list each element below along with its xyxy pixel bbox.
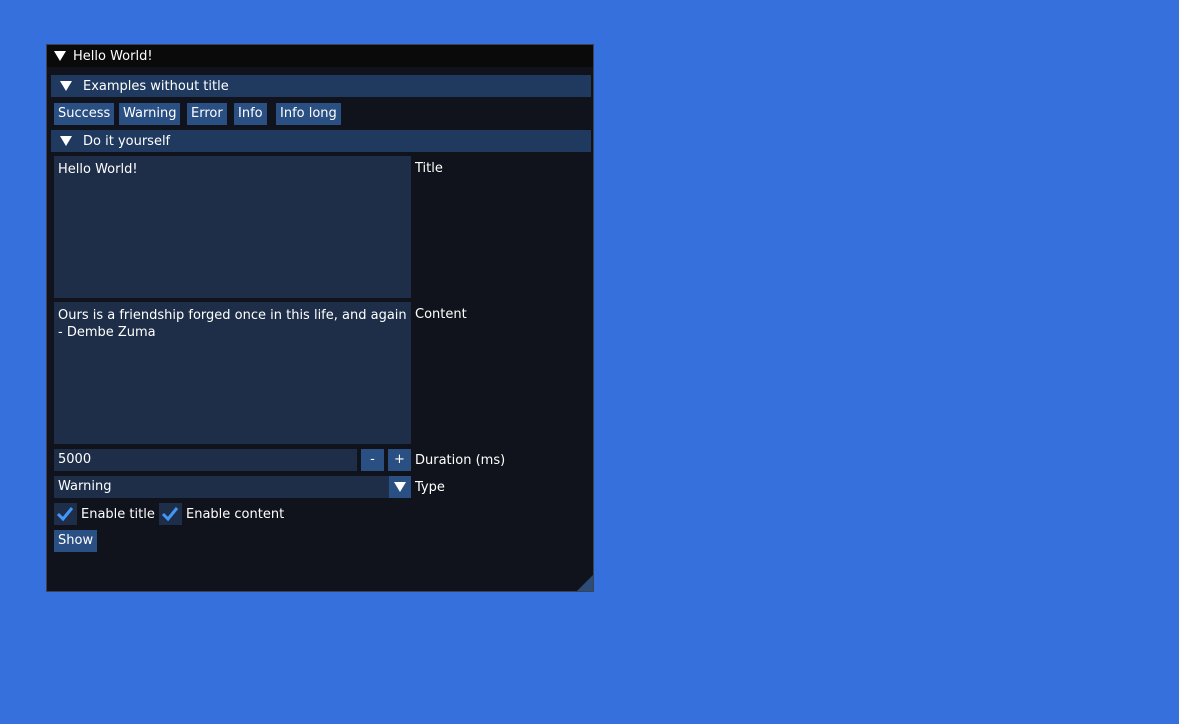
expand-triangle-icon	[60, 136, 72, 146]
duration-input[interactable]: 5000	[54, 449, 357, 471]
resize-grip[interactable]	[577, 575, 593, 591]
duration-label: Duration (ms)	[415, 453, 506, 468]
info-long-button[interactable]: Info long	[276, 103, 341, 125]
type-combo-arrow[interactable]	[389, 476, 411, 498]
examples-header-label: Examples without title	[83, 78, 229, 94]
check-icon	[56, 507, 74, 522]
enable-content-checkbox[interactable]	[159, 503, 182, 525]
check-icon	[161, 507, 179, 522]
expand-triangle-icon	[60, 81, 72, 91]
window-title: Hello World!	[73, 48, 153, 64]
diy-header-label: Do it yourself	[83, 133, 171, 149]
chevron-down-icon	[394, 482, 406, 492]
hello-world-window: Hello World! Examples without title Succ…	[46, 44, 594, 592]
content-label: Content	[415, 307, 467, 322]
window-titlebar[interactable]: Hello World!	[47, 45, 593, 67]
duration-increment-button[interactable]: +	[388, 449, 411, 471]
warning-button[interactable]: Warning	[119, 103, 181, 125]
enable-title-label: Enable title	[81, 507, 155, 522]
collapse-triangle-icon[interactable]	[54, 51, 66, 61]
error-button[interactable]: Error	[187, 103, 227, 125]
content-textarea[interactable]: Ours is a friendship forged once in this…	[54, 302, 411, 444]
title-textarea[interactable]: Hello World!	[54, 156, 411, 298]
type-label: Type	[415, 480, 445, 495]
diy-header[interactable]: Do it yourself	[51, 130, 591, 152]
info-button[interactable]: Info	[234, 103, 267, 125]
enable-content-label: Enable content	[186, 507, 285, 522]
enable-title-checkbox[interactable]	[54, 503, 77, 525]
title-label: Title	[415, 161, 443, 176]
type-combo[interactable]: Warning	[54, 476, 389, 498]
success-button[interactable]: Success	[54, 103, 115, 125]
duration-decrement-button[interactable]: -	[361, 449, 384, 471]
examples-header[interactable]: Examples without title	[51, 75, 591, 97]
show-button[interactable]: Show	[54, 530, 98, 552]
